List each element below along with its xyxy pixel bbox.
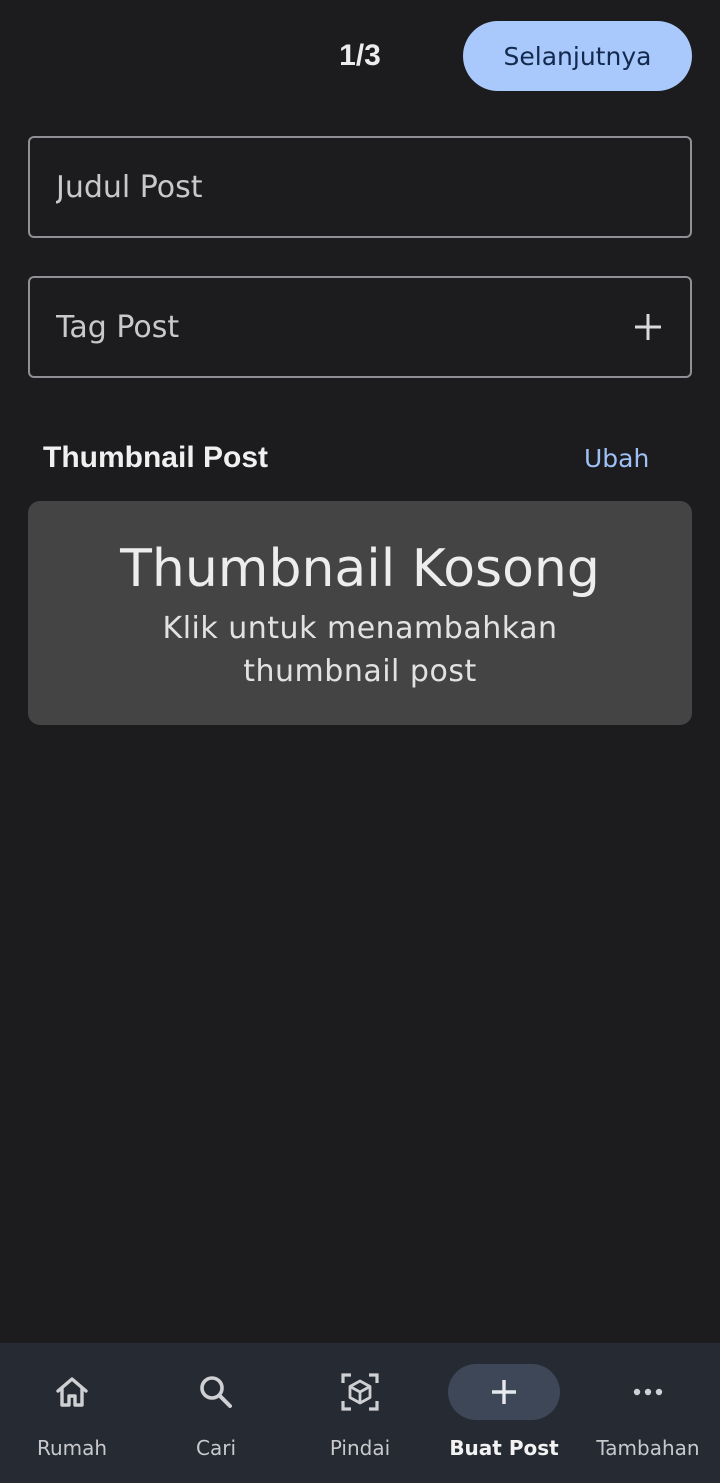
post-tag-field[interactable]	[28, 276, 692, 378]
change-thumbnail-link[interactable]: Ubah	[584, 442, 649, 476]
thumbnail-section-title: Thumbnail Post	[43, 441, 268, 474]
add-tag-icon[interactable]	[632, 311, 664, 343]
search-icon	[200, 1376, 232, 1408]
nav-label: Cari	[196, 1436, 236, 1460]
nav-item-rumah[interactable]: Rumah	[0, 1343, 144, 1483]
thumbnail-empty-heading: Thumbnail Kosong	[120, 539, 600, 599]
home-icon	[56, 1377, 88, 1407]
nav-label: Pindai	[329, 1436, 391, 1460]
scan-icon	[341, 1373, 379, 1411]
next-button[interactable]: Selanjutnya	[463, 21, 692, 91]
plus-icon	[492, 1380, 516, 1404]
thumbnail-placeholder[interactable]: Thumbnail Kosong Klik untuk menambahkan …	[28, 501, 692, 725]
more-icon	[633, 1388, 663, 1396]
nav-label: Buat Post	[449, 1436, 559, 1460]
nav-item-cari[interactable]: Cari	[144, 1343, 288, 1483]
bottom-navigation: Rumah Cari Pindai Buat Post Tambahan	[0, 1343, 720, 1483]
nav-label: Tambahan	[596, 1436, 700, 1460]
post-title-field[interactable]	[28, 136, 692, 238]
nav-item-pindai[interactable]: Pindai	[288, 1343, 432, 1483]
nav-item-tambahan[interactable]: Tambahan	[576, 1343, 720, 1483]
step-indicator: 1/3	[339, 39, 381, 72]
thumbnail-empty-hint: Klik untuk menambahkan thumbnail post	[162, 611, 558, 689]
nav-label: Rumah	[36, 1436, 108, 1460]
top-bar: 1/3 Selanjutnya	[0, 0, 720, 112]
create-post-screen: 1/3 Selanjutnya Thumbnail Post Ubah Thum…	[0, 0, 720, 1483]
nav-item-buat-post[interactable]: Buat Post	[432, 1343, 576, 1483]
post-title-input[interactable]	[56, 138, 616, 236]
post-tag-input[interactable]	[56, 278, 616, 376]
